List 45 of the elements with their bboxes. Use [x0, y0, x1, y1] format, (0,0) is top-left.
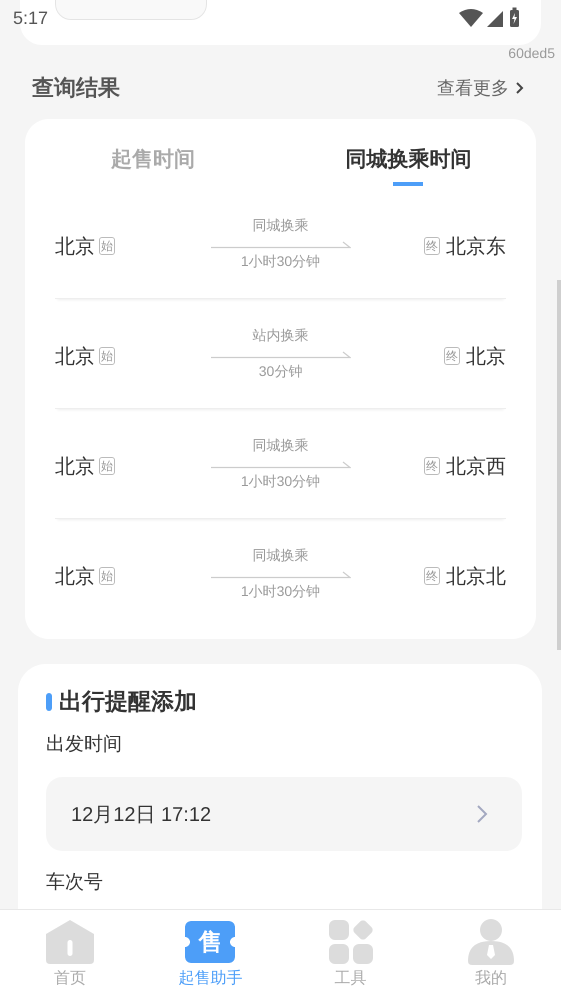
transfer-duration: 1小时30分钟 — [240, 583, 320, 601]
section-title: 查询结果 — [32, 74, 120, 102]
person-icon — [468, 919, 514, 965]
tab[interactable]: 起售时间 — [110, 119, 195, 190]
station-name: 北京 — [466, 344, 506, 370]
chevron-right-icon — [515, 81, 525, 95]
status-icons — [459, 7, 519, 29]
time-field[interactable]: 12月12日 17:12 — [46, 777, 522, 851]
transfer-type: 同城换乘 — [252, 547, 308, 565]
view-more-link[interactable]: 查看更多 — [437, 76, 525, 100]
start-tag: 始 — [99, 237, 115, 255]
transfer-type: 同城换乘 — [252, 217, 308, 235]
station-name: 北京 — [55, 344, 95, 370]
start-tag: 始 — [99, 457, 115, 475]
chevron-right-icon — [476, 804, 488, 824]
ticket-icon: 售 — [185, 921, 236, 963]
field-label: 车次号 — [46, 871, 104, 895]
station-name: 北京 — [55, 564, 95, 590]
home-icon — [46, 920, 94, 964]
accent-bar — [46, 692, 52, 710]
nav-item[interactable]: 我的 — [420, 910, 561, 999]
end-tag: 终 — [424, 567, 440, 585]
field-label: 出发时间 — [46, 733, 123, 757]
station-name: 北京东 — [446, 234, 506, 260]
station-name: 北京北 — [446, 564, 506, 590]
status-time: 5:17 — [13, 8, 48, 28]
end-tag: 终 — [424, 237, 440, 255]
nav-item[interactable]: 售 起售助手 — [140, 910, 280, 999]
end-tag: 终 — [444, 347, 460, 365]
transfer-duration: 1小时30分钟 — [240, 253, 320, 271]
station-name: 北京西 — [446, 454, 506, 480]
start-tag: 始 — [99, 567, 115, 585]
station-name: 北京 — [55, 454, 95, 480]
build-tag: 60ded5 — [508, 45, 555, 61]
station-name: 北京 — [55, 234, 95, 260]
transfer-type: 站内换乘 — [252, 327, 308, 345]
end-tag: 终 — [424, 457, 440, 475]
start-tag: 始 — [99, 347, 115, 365]
transfer-type: 同城换乘 — [252, 437, 308, 455]
section-title: 出行提醒添加 — [59, 687, 197, 716]
nav-item[interactable]: 首页 — [0, 910, 140, 999]
transfer-duration: 1小时30分钟 — [240, 473, 320, 491]
nav-item[interactable]: 工具 — [280, 910, 421, 999]
grid-icon — [328, 920, 373, 964]
transfer-duration: 30分钟 — [258, 363, 302, 381]
